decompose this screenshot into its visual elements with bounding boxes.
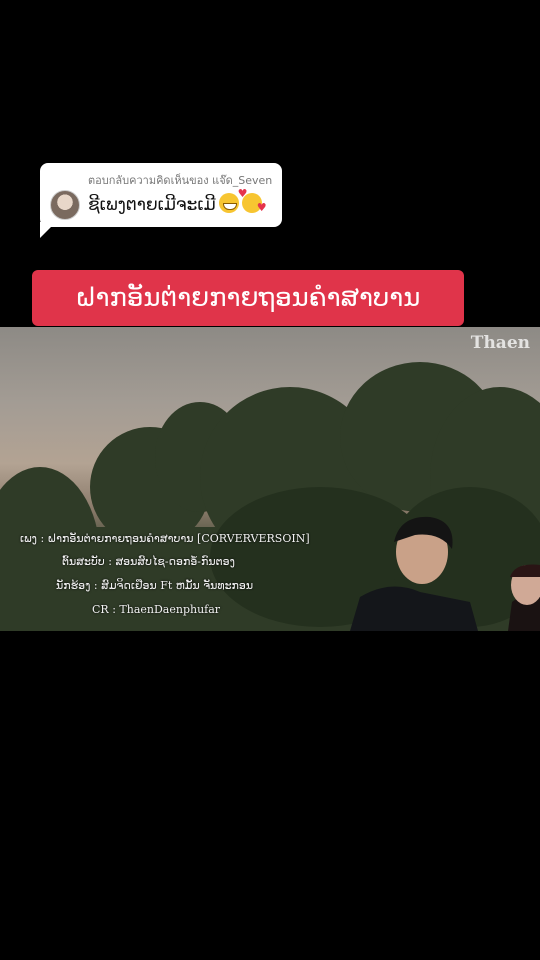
title-banner: ຝາກອັນຕ່າຍກາຍຖອນຄຳສາບານ — [32, 270, 464, 326]
video-frame[interactable]: Thaen ເພງ : ຝາກອັນຕ່າຍກາຍຖອນຄຳສາບານ [COR… — [0, 327, 540, 631]
reply-comment-card[interactable]: ตอบกลับความคิดเห็นของ แจ๊ด_Seven ຊີເພງຕາ… — [40, 163, 282, 227]
credit-singers: ນັກຮ້ອງ : ສົມຈິດເຢືອນ Ft ຫມັ້ນ ຈັນທະກອນ — [56, 579, 254, 592]
credit-cr: CR : ThaenDaenphufar — [92, 603, 221, 616]
commenter-avatar[interactable] — [50, 190, 80, 220]
smiling-face-with-hearts-icon — [238, 187, 267, 214]
channel-watermark: Thaen — [470, 333, 530, 353]
credit-song: ເພງ : ຝາກອັນຕ່າຍກາຍຖອນຄຳສາບານ [CORVERVER… — [20, 532, 310, 545]
reply-text-line: ຊີເພງຕາຍເມີຈະເມີ — [88, 187, 267, 215]
reply-comment-text: ຊີເພງຕາຍເມີຈະເມີ — [88, 195, 216, 215]
credit-original: ຕົ້ນສະບັບ : ສອນສົບໄຊ-ດອກອໍ້-ກົນຕອງ — [62, 555, 235, 568]
reply-card-tail — [40, 222, 56, 238]
grinning-face-icon — [218, 193, 239, 213]
